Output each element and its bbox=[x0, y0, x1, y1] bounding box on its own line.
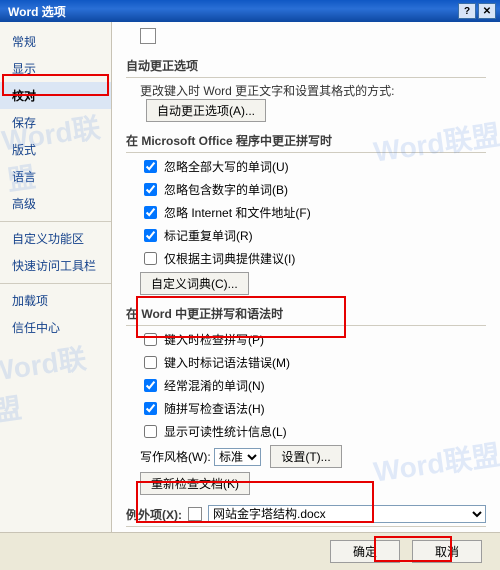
sidebar-item-general[interactable]: 常规 bbox=[0, 28, 111, 55]
footer: 确定 取消 bbox=[0, 532, 500, 570]
section-autocorrect-title: 自动更正选项 bbox=[126, 57, 486, 78]
ignore-numbers-checkbox[interactable]: 忽略包含数字的单词(B) bbox=[140, 180, 288, 199]
exceptions-doc-select[interactable]: 网站金字塔结构.docx bbox=[208, 505, 486, 523]
mark-grammar-as-type-checkbox[interactable]: 键入时标记语法错误(M) bbox=[140, 353, 290, 372]
freq-confused-checkbox[interactable]: 经常混淆的单词(N) bbox=[140, 376, 265, 395]
writing-style-label: 写作风格(W): bbox=[140, 450, 211, 464]
proofing-icon bbox=[140, 28, 156, 44]
autocorrect-options-button[interactable]: 自动更正选项(A)... bbox=[146, 99, 266, 122]
heading-icon-row bbox=[126, 28, 486, 47]
sidebar-item-display[interactable]: 显示 bbox=[0, 55, 111, 82]
sidebar-item-trust[interactable]: 信任中心 bbox=[0, 314, 111, 341]
cancel-button[interactable]: 取消 bbox=[412, 540, 482, 563]
check-spell-as-type-checkbox[interactable]: 键入时检查拼写(P) bbox=[140, 330, 264, 349]
writing-style-settings-button[interactable]: 设置(T)... bbox=[270, 445, 341, 468]
sidebar-item-language[interactable]: 语言 bbox=[0, 163, 111, 190]
content-pane: Word联盟 Word联盟 自动更正选项 更改键入时 Word 更正文字和设置其… bbox=[112, 22, 500, 570]
sidebar-item-addins[interactable]: 加载项 bbox=[0, 283, 111, 314]
window-buttons: ? ✕ bbox=[458, 3, 496, 19]
sidebar-item-customize-ribbon[interactable]: 自定义功能区 bbox=[0, 221, 111, 252]
help-button[interactable]: ? bbox=[458, 3, 476, 19]
autocorrect-row: 更改键入时 Word 更正文字和设置其格式的方式: 自动更正选项(A)... bbox=[126, 82, 486, 122]
ok-button[interactable]: 确定 bbox=[330, 540, 400, 563]
sidebar-item-advanced[interactable]: 高级 bbox=[0, 190, 111, 217]
ignore-internet-checkbox[interactable]: 忽略 Internet 和文件地址(F) bbox=[140, 203, 311, 222]
watermark: Word联盟 bbox=[0, 334, 116, 430]
sidebar-list: 常规 显示 校对 保存 版式 语言 高级 自定义功能区 快速访问工具栏 加载项 … bbox=[0, 28, 111, 341]
main: Word联盟 Word联盟 常规 显示 校对 保存 版式 语言 高级 自定义功能… bbox=[0, 22, 500, 570]
custom-dictionaries-button[interactable]: 自定义词典(C)... bbox=[140, 272, 249, 295]
sidebar-item-save[interactable]: 保存 bbox=[0, 109, 111, 136]
sidebar-item-layout[interactable]: 版式 bbox=[0, 136, 111, 163]
close-button[interactable]: ✕ bbox=[478, 3, 496, 19]
ignore-uppercase-checkbox[interactable]: 忽略全部大写的单词(U) bbox=[140, 157, 289, 176]
window-title: Word 选项 bbox=[8, 3, 458, 20]
section-office-spell-title: 在 Microsoft Office 程序中更正拼写时 bbox=[126, 132, 486, 153]
sidebar-item-proofing[interactable]: 校对 bbox=[0, 82, 111, 109]
check-grammar-with-spell-checkbox[interactable]: 随拼写检查语法(H) bbox=[140, 399, 265, 418]
sidebar: Word联盟 Word联盟 常规 显示 校对 保存 版式 语言 高级 自定义功能… bbox=[0, 22, 112, 570]
titlebar: Word 选项 ? ✕ bbox=[0, 0, 500, 22]
flag-repeat-checkbox[interactable]: 标记重复单词(R) bbox=[140, 226, 253, 245]
writing-style-row: 写作风格(W): 标准 设置(T)... bbox=[126, 445, 486, 468]
main-dict-only-checkbox[interactable]: 仅根据主词典提供建议(I) bbox=[140, 249, 295, 268]
show-readability-checkbox[interactable]: 显示可读性统计信息(L) bbox=[140, 422, 287, 441]
sidebar-item-quickaccess[interactable]: 快速访问工具栏 bbox=[0, 252, 111, 279]
section-exceptions-title: 例外项(X): 网站金字塔结构.docx bbox=[126, 505, 486, 527]
autocorrect-hint: 更改键入时 Word 更正文字和设置其格式的方式: bbox=[140, 84, 394, 98]
recheck-document-button[interactable]: 重新检查文档(K) bbox=[140, 472, 250, 495]
document-icon bbox=[188, 507, 202, 521]
section-word-spell-title: 在 Word 中更正拼写和语法时 bbox=[126, 305, 486, 326]
writing-style-select[interactable]: 标准 bbox=[214, 448, 261, 466]
